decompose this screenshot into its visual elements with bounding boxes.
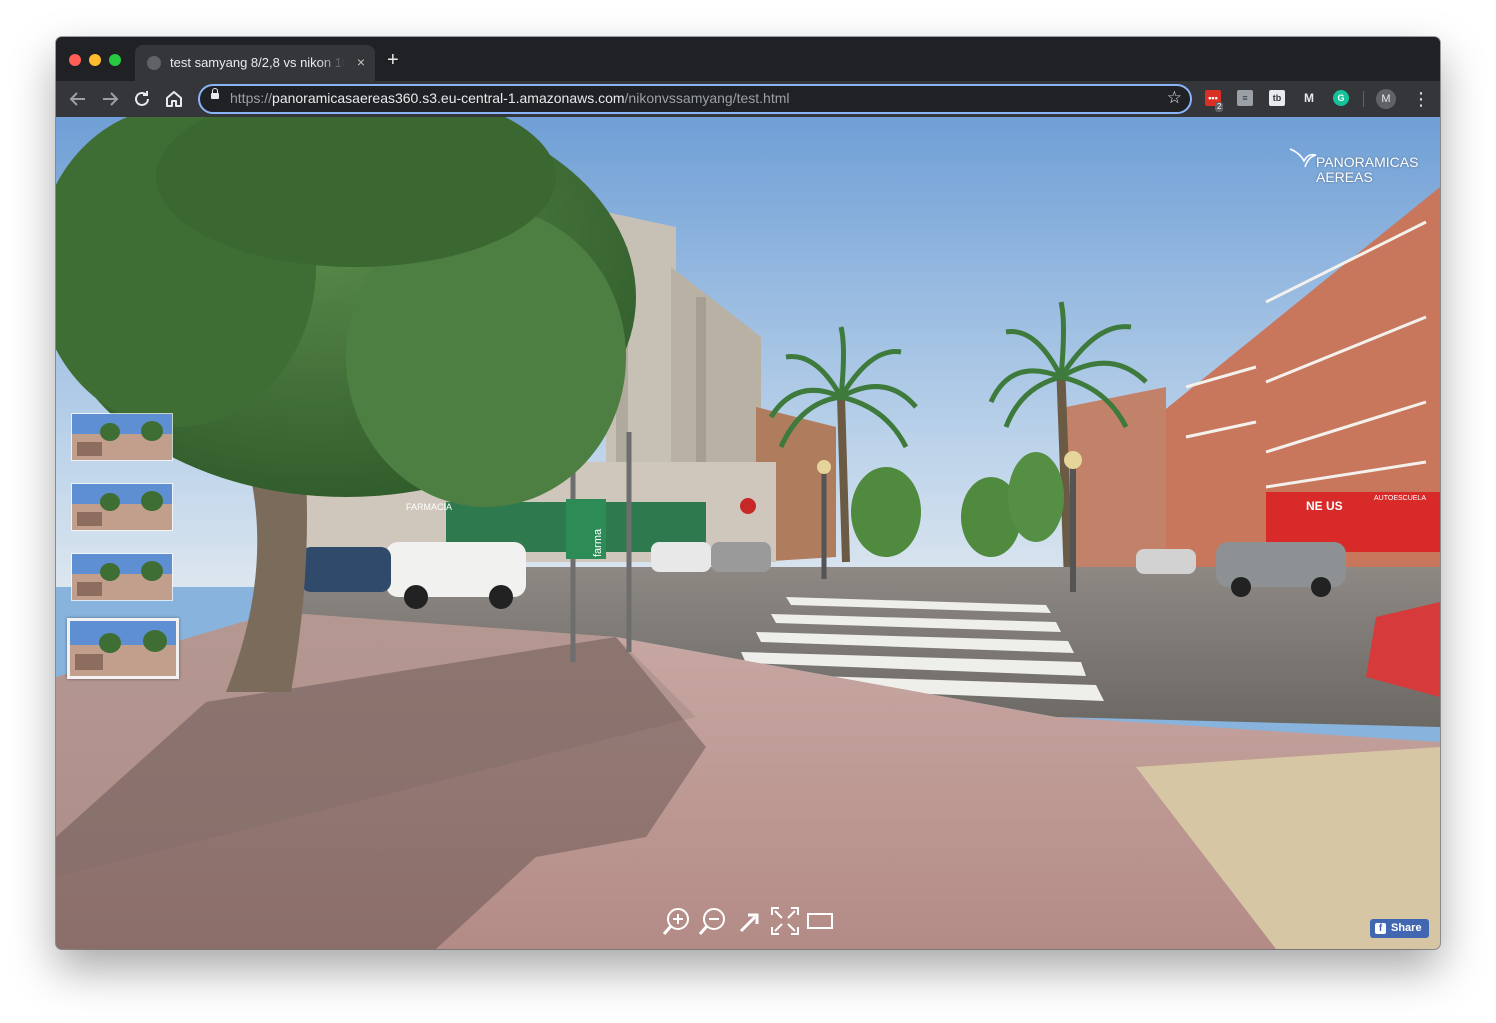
reload-button[interactable] <box>130 87 154 111</box>
autorotate-icon[interactable] <box>735 905 767 937</box>
tb-extension-icon[interactable]: tb <box>1269 90 1285 106</box>
lock-icon[interactable] <box>211 88 219 99</box>
school-sign: AUTOESCUELA <box>1374 495 1426 502</box>
viewer-controls <box>661 905 841 937</box>
scene-thumbnail[interactable] <box>71 483 173 531</box>
panorama-viewport[interactable]: NE US AUTOESCUELA FARMACIA farma PANORAM… <box>56 117 1440 949</box>
close-tab-icon[interactable]: × <box>357 54 365 70</box>
tab-strip: test samyang 8/2,8 vs nikon 10.5 × + <box>56 37 1440 81</box>
arrow-left-icon <box>69 92 85 106</box>
logo-line-2: AEREAS <box>1316 169 1373 185</box>
grammarly-extension-icon[interactable]: G <box>1333 90 1349 106</box>
new-tab-button[interactable]: + <box>387 50 399 70</box>
logo-text: PANORAMICAS AEREAS <box>1316 155 1418 185</box>
minimize-window-button[interactable] <box>89 54 101 66</box>
url-host: panoramicasaereas360.s3.eu-central-1.ama… <box>272 90 625 106</box>
tab-title: test samyang 8/2,8 vs nikon 10.5 <box>170 55 345 70</box>
globe-icon <box>147 56 161 70</box>
url-scheme: https:// <box>230 90 273 106</box>
toolbar: https://panoramicasaereas360.s3.eu-centr… <box>56 81 1440 117</box>
zoom-in-icon[interactable] <box>661 905 693 937</box>
panorama-image[interactable]: NE US AUTOESCUELA FARMACIA farma <box>56 117 1440 949</box>
more-menu-icon[interactable]: ⋮ <box>1412 87 1430 111</box>
home-button[interactable] <box>162 87 186 111</box>
star-icon[interactable]: ☆ <box>1167 88 1182 108</box>
bird-logo-icon <box>1289 148 1317 168</box>
thumbnail-image <box>72 484 172 530</box>
home-icon <box>166 91 182 107</box>
arrow-right-icon <box>103 92 119 106</box>
url-path: /nikonvssamyang/test.html <box>624 90 790 106</box>
filter-extension-icon[interactable]: ≡ <box>1237 90 1253 106</box>
close-window-button[interactable] <box>69 54 81 66</box>
facebook-icon: f <box>1375 923 1386 934</box>
gmail-extension-icon[interactable]: M <box>1301 90 1317 106</box>
scene-thumbnail[interactable] <box>71 413 173 461</box>
extension-badge: 2 <box>1215 102 1224 112</box>
view-mode-icon[interactable] <box>805 905 837 937</box>
address-bar[interactable]: https://panoramicasaereas360.s3.eu-centr… <box>198 84 1192 114</box>
avatar[interactable]: M <box>1376 89 1396 109</box>
url-text[interactable]: https://panoramicasaereas360.s3.eu-centr… <box>230 90 790 106</box>
tab-active[interactable]: test samyang 8/2,8 vs nikon 10.5 × <box>135 45 375 81</box>
share-label: Share <box>1391 922 1422 934</box>
fullscreen-icon[interactable] <box>769 905 801 937</box>
thumbnail-image <box>72 554 172 600</box>
scene-thumbnail-active[interactable] <box>67 618 179 679</box>
logo-line-1: PANORAMICAS <box>1316 154 1419 170</box>
pharmacy-sign: FARMACIA <box>406 502 452 512</box>
thumbnail-image <box>70 621 176 676</box>
reload-icon <box>135 91 149 106</box>
browser-window: test samyang 8/2,8 vs nikon 10.5 × + htt… <box>56 37 1440 949</box>
toolbar-divider <box>1363 91 1364 107</box>
forward-button[interactable] <box>98 87 122 111</box>
facebook-share-button[interactable]: f Share <box>1370 919 1429 938</box>
thumbnail-image <box>72 414 172 460</box>
scene-thumbnail[interactable] <box>71 553 173 601</box>
shop-sign: NE US <box>1306 499 1343 513</box>
panoramicas-aereas-logo: PANORAMICAS AEREAS <box>1288 145 1418 195</box>
zoom-out-icon[interactable] <box>697 905 729 937</box>
farma-sign: farma <box>592 528 604 557</box>
back-button[interactable] <box>66 87 90 111</box>
zoom-window-button[interactable] <box>109 54 121 66</box>
